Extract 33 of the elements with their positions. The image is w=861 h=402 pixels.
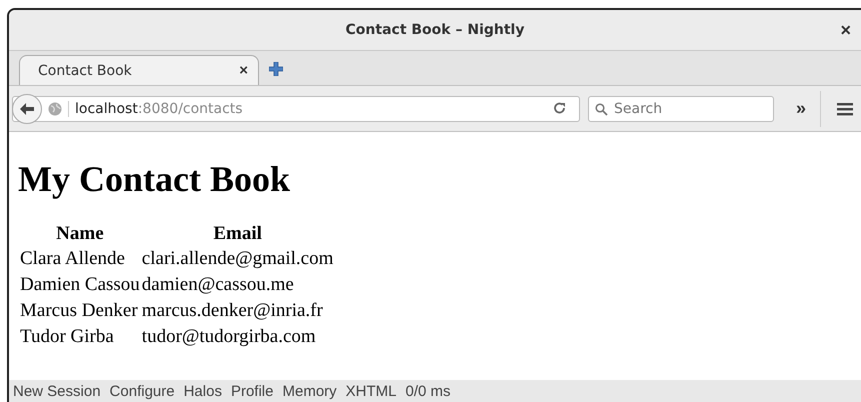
browser-tab[interactable]: Contact Book ×	[19, 55, 259, 85]
column-header: Email	[212, 222, 263, 246]
render-time: 0/0 ms	[406, 382, 451, 400]
overflow-button[interactable]: »	[790, 98, 812, 119]
table-cell-text: Clara Allende	[20, 247, 126, 271]
page-heading: My Contact Book	[18, 158, 291, 200]
toolbar-link[interactable]: XHTML	[346, 382, 396, 400]
table-cell-text: marcus.denker@inria.fr	[142, 299, 324, 323]
url-text: localhost:8080/contacts	[68, 100, 547, 116]
table-cell-text: Marcus Denker	[20, 299, 139, 323]
toolbar-link[interactable]: Halos	[184, 382, 222, 400]
globe-icon	[48, 102, 62, 116]
table-cell-text: damien@cassou.me	[142, 273, 295, 297]
back-button[interactable]	[12, 94, 42, 124]
toolbar-link[interactable]: Profile	[230, 382, 274, 400]
reload-icon[interactable]	[553, 102, 567, 116]
address-bar[interactable]: localhost:8080/contacts	[12, 96, 580, 122]
back-arrow-icon	[19, 102, 35, 116]
table-cell-text: Damien Cassou	[20, 273, 140, 297]
close-tab-button[interactable]: ×	[239, 62, 248, 79]
table-cell-text: tudor@tudorgirba.com	[142, 325, 317, 349]
close-button[interactable]: ×	[838, 20, 853, 40]
search-field[interactable]: Search	[588, 96, 774, 122]
toolbar-link[interactable]: Configure	[110, 382, 175, 400]
window-title: Contact Book – Nightly	[346, 22, 524, 38]
tab-title[interactable]: Contact Book	[38, 62, 132, 78]
table-cell-text: Tudor Girba	[20, 325, 115, 349]
new-tab-icon[interactable]	[269, 62, 283, 76]
column-header: Name	[55, 222, 105, 246]
menu-icon[interactable]	[837, 102, 854, 116]
toolbar-link[interactable]: New Session	[13, 382, 101, 400]
toolbar-link[interactable]: Memory	[282, 382, 337, 400]
table-cell-text: clari.allende@gmail.com	[142, 247, 334, 271]
